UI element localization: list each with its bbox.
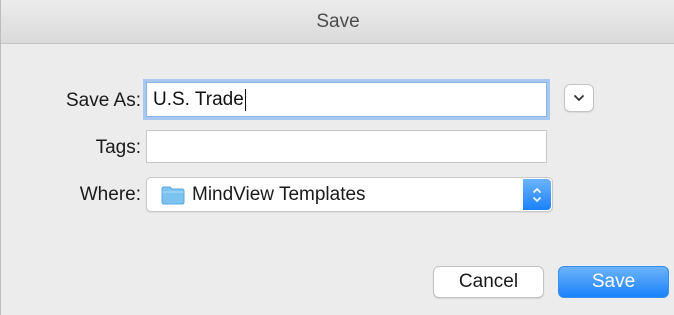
folder-icon xyxy=(161,186,185,205)
tags-label: Tags: xyxy=(95,137,141,158)
title-bar[interactable]: Save xyxy=(1,0,674,44)
save-dialog: Save Save As: U.S. Trade Tags: Where: Mi… xyxy=(0,0,674,315)
cancel-button[interactable]: Cancel xyxy=(433,266,544,298)
popup-stepper[interactable] xyxy=(523,179,551,210)
window-title: Save xyxy=(316,11,360,32)
updown-arrows-icon xyxy=(533,188,541,202)
where-value: MindView Templates xyxy=(192,184,366,205)
save-as-field[interactable]: U.S. Trade xyxy=(146,82,547,117)
where-label: Where: xyxy=(79,184,141,205)
save-button[interactable]: Save xyxy=(558,266,669,298)
where-popup[interactable]: MindView Templates xyxy=(146,177,553,212)
save-as-value: U.S. Trade xyxy=(153,89,244,110)
save-as-label: Save As: xyxy=(66,90,141,111)
tags-field[interactable] xyxy=(146,130,547,163)
chevron-down-icon xyxy=(574,95,584,101)
expand-dialog-button[interactable] xyxy=(564,84,594,112)
text-caret xyxy=(244,88,246,111)
